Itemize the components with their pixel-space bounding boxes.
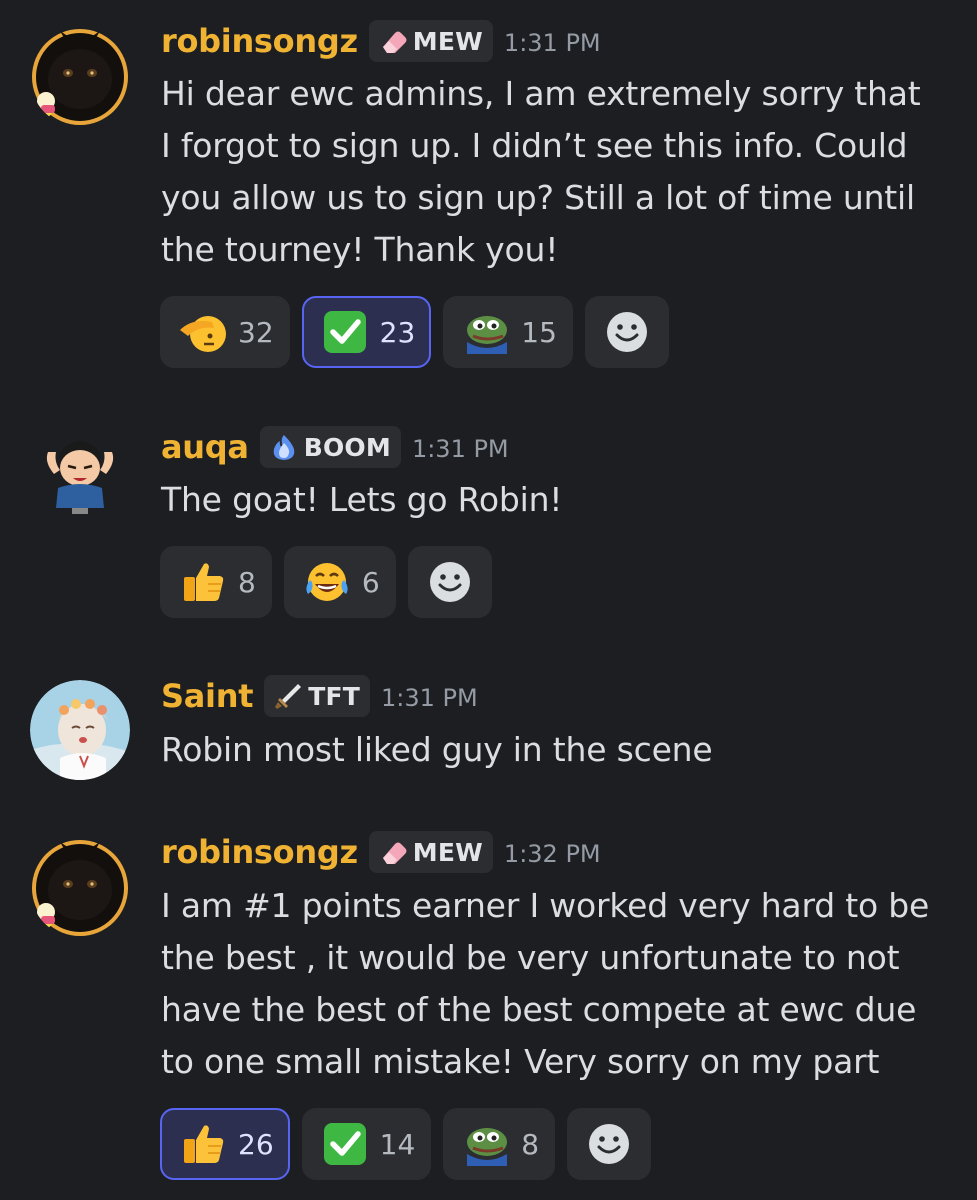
reaction-thumbs-up[interactable]: 8 — [160, 546, 272, 618]
reaction-tears-of-joy[interactable]: 6 — [283, 546, 396, 618]
clan-tag[interactable]: BOOM — [259, 426, 401, 468]
eraser-icon — [377, 27, 409, 55]
smiley-icon — [428, 560, 472, 604]
reaction-saluting-face[interactable]: 32 — [160, 296, 290, 368]
check-mark-icon — [320, 1122, 370, 1166]
message-header: robinsongz MEW 1:31 PM — [161, 18, 601, 64]
saint-avatar-icon — [30, 680, 130, 780]
message-header: auqa BOOM 1:31 PM — [161, 424, 509, 470]
clan-tag-label: BOOM — [303, 432, 391, 462]
username[interactable]: robinsongz — [161, 22, 358, 60]
message-text: The goat! Lets go Robin! — [161, 480, 563, 519]
timestamp: 1:31 PM — [381, 684, 478, 712]
eraser-icon — [377, 838, 409, 866]
reactions-bar: 32 23 15 — [160, 296, 669, 368]
timestamp: 1:32 PM — [503, 840, 601, 868]
username[interactable]: robinsongz — [161, 833, 358, 871]
add-reaction-button[interactable] — [584, 296, 669, 368]
reaction-count: 6 — [361, 565, 380, 599]
check-mark-icon — [320, 310, 370, 354]
add-reaction-button[interactable] — [567, 1108, 652, 1180]
reactions-bar: 8 6 — [160, 546, 492, 618]
reaction-check-mark[interactable]: 23 — [301, 296, 432, 368]
pepe-frog-icon — [461, 310, 511, 354]
avatar[interactable] — [30, 422, 130, 522]
message-text: Hi dear ewc admins, I am extremely sorry… — [161, 74, 921, 269]
saluting-face-icon — [178, 310, 228, 354]
reaction-count: 15 — [521, 315, 557, 349]
timestamp: 1:31 PM — [503, 29, 601, 57]
avatar[interactable] — [30, 680, 130, 780]
pepe-frog-icon — [461, 1122, 511, 1166]
message-header: robinsongz MEW 1:32 PM — [161, 829, 601, 875]
clan-tag-label: TFT — [308, 681, 360, 711]
reaction-count: 23 — [379, 315, 416, 349]
cat-avatar-icon — [30, 838, 130, 938]
reaction-count: 14 — [379, 1127, 416, 1161]
tears-of-joy-icon — [302, 560, 352, 604]
message-text: Robin most liked guy in the scene — [161, 730, 713, 769]
avatar[interactable] — [30, 838, 130, 938]
clan-tag-label: MEW — [412, 837, 483, 867]
smiley-icon — [587, 1122, 631, 1166]
blue-fire-icon — [268, 433, 300, 461]
thumbs-up-icon — [178, 560, 228, 604]
reaction-pepe[interactable]: 8 — [443, 1108, 556, 1180]
thumbs-up-icon — [178, 1122, 228, 1166]
reaction-count: 8 — [521, 1127, 540, 1161]
avatar[interactable] — [30, 27, 130, 127]
clan-tag[interactable]: TFT — [264, 675, 370, 717]
reactions-bar: 26 14 8 — [160, 1108, 652, 1180]
timestamp: 1:31 PM — [411, 435, 509, 463]
message-text: I am #1 points earner I worked very hard… — [161, 886, 930, 1081]
reaction-check-mark[interactable]: 14 — [301, 1108, 432, 1180]
reaction-count: 26 — [238, 1127, 274, 1161]
reaction-count: 32 — [238, 315, 274, 349]
sword-icon — [272, 682, 304, 710]
reaction-pepe[interactable]: 15 — [443, 296, 573, 368]
message-header: Saint TFT 1:31 PM — [161, 673, 478, 719]
smiley-icon — [605, 310, 649, 354]
clan-tag[interactable]: MEW — [368, 831, 493, 873]
cat-avatar-icon — [30, 27, 130, 127]
reaction-count: 8 — [238, 565, 256, 599]
username[interactable]: Saint — [161, 677, 254, 715]
reaction-thumbs-up[interactable]: 26 — [160, 1108, 290, 1180]
username[interactable]: auqa — [161, 428, 249, 466]
auqa-avatar-icon — [30, 422, 130, 522]
clan-tag-label: MEW — [412, 26, 483, 56]
clan-tag[interactable]: MEW — [368, 20, 493, 62]
add-reaction-button[interactable] — [407, 546, 492, 618]
